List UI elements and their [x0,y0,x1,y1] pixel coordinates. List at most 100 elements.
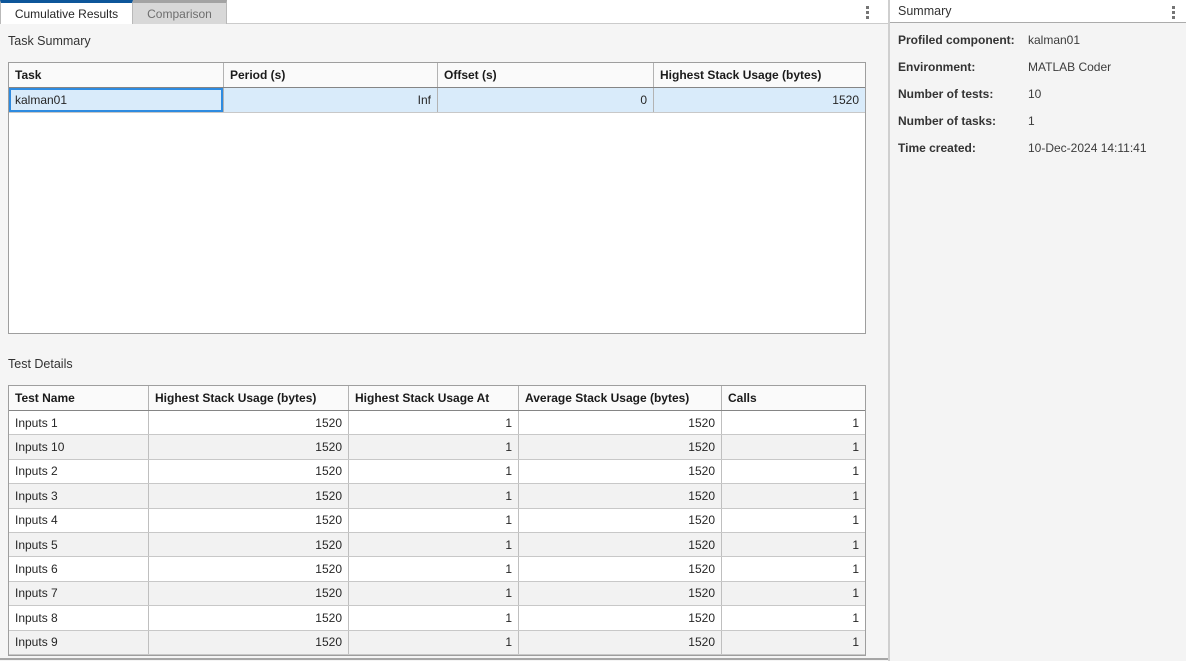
cell-calls[interactable]: 1 [722,582,865,605]
cell-highest-stack-usage-at[interactable]: 1 [349,557,519,580]
cell-highest-stack-usage-at[interactable]: 1 [349,509,519,532]
summary-field-number-of-tests: Number of tests: 10 [898,87,1182,101]
cell-calls[interactable]: 1 [722,533,865,556]
field-label: Number of tasks: [898,114,1028,128]
cell-calls[interactable]: 1 [722,557,865,580]
cell-average-stack-usage[interactable]: 1520 [519,435,722,458]
cell-test-name[interactable]: Inputs 9 [9,631,149,654]
summary-panel: Summary Profiled component: kalman01 Env… [890,0,1186,661]
cell-highest-stack-usage[interactable]: 1520 [149,606,349,629]
tab-label: Cumulative Results [15,7,118,21]
cell-highest-stack-usage-at[interactable]: 1 [349,484,519,507]
cell-average-stack-usage[interactable]: 1520 [519,606,722,629]
kebab-menu-icon[interactable] [1169,3,1178,22]
cell-highest-stack-usage[interactable]: 1520 [149,411,349,434]
table-row[interactable]: Inputs 7 1520 1 1520 1 [9,582,865,606]
cell-highest-stack-usage[interactable]: 1520 [654,88,865,112]
tab-cumulative-results[interactable]: Cumulative Results [0,0,133,24]
cell-test-name[interactable]: Inputs 2 [9,460,149,483]
tab-label: Comparison [147,7,212,21]
cell-test-name[interactable]: Inputs 1 [9,411,149,434]
cell-highest-stack-usage[interactable]: 1520 [149,533,349,556]
cell-highest-stack-usage[interactable]: 1520 [149,631,349,654]
cell-average-stack-usage[interactable]: 1520 [519,631,722,654]
table-row[interactable]: Inputs 5 1520 1 1520 1 [9,533,865,557]
test-details-table: Test Name Highest Stack Usage (bytes) Hi… [8,385,866,656]
cell-average-stack-usage[interactable]: 1520 [519,582,722,605]
cell-calls[interactable]: 1 [722,606,865,629]
cell-period[interactable]: Inf [224,88,438,112]
cell-average-stack-usage[interactable]: 1520 [519,484,722,507]
table-body: Inputs 1 1520 1 1520 1 Inputs 10 1520 1 … [9,411,865,655]
field-label: Number of tests: [898,87,1028,101]
cell-average-stack-usage[interactable]: 1520 [519,557,722,580]
column-header-test-name[interactable]: Test Name [9,386,149,410]
cell-highest-stack-usage[interactable]: 1520 [149,460,349,483]
cell-calls[interactable]: 1 [722,411,865,434]
cell-average-stack-usage[interactable]: 1520 [519,411,722,434]
cell-calls[interactable]: 1 [722,631,865,654]
cell-average-stack-usage[interactable]: 1520 [519,509,722,532]
table-row[interactable]: Inputs 1 1520 1 1520 1 [9,411,865,435]
results-panel: Cumulative Results Comparison Task Summa… [0,0,890,661]
table-row[interactable]: Inputs 2 1520 1 1520 1 [9,460,865,484]
cell-test-name[interactable]: Inputs 6 [9,557,149,580]
cell-calls[interactable]: 1 [722,460,865,483]
cell-offset[interactable]: 0 [438,88,654,112]
cell-highest-stack-usage-at[interactable]: 1 [349,606,519,629]
field-value: MATLAB Coder [1028,60,1111,74]
cell-test-name[interactable]: Inputs 8 [9,606,149,629]
table-header-row: Test Name Highest Stack Usage (bytes) Hi… [9,386,865,411]
column-header-average-stack-usage[interactable]: Average Stack Usage (bytes) [519,386,722,410]
cell-test-name[interactable]: Inputs 10 [9,435,149,458]
column-header-highest-stack-usage[interactable]: Highest Stack Usage (bytes) [654,63,865,87]
field-label: Profiled component: [898,33,1028,47]
field-value: 10 [1028,87,1041,101]
column-header-task[interactable]: Task [9,63,224,87]
cell-test-name[interactable]: Inputs 3 [9,484,149,507]
cell-calls[interactable]: 1 [722,484,865,507]
field-value: 1 [1028,114,1035,128]
table-row[interactable]: Inputs 9 1520 1 1520 1 [9,631,865,655]
task-summary-table: Task Period (s) Offset (s) Highest Stack… [8,62,866,334]
column-header-offset[interactable]: Offset (s) [438,63,654,87]
table-row[interactable]: Inputs 6 1520 1 1520 1 [9,557,865,581]
cell-average-stack-usage[interactable]: 1520 [519,533,722,556]
table-row[interactable]: Inputs 3 1520 1 1520 1 [9,484,865,508]
test-details-label: Test Details [8,357,73,371]
table-row[interactable]: Inputs 10 1520 1 1520 1 [9,435,865,459]
cell-calls[interactable]: 1 [722,509,865,532]
column-header-highest-stack-usage[interactable]: Highest Stack Usage (bytes) [149,386,349,410]
cell-highest-stack-usage-at[interactable]: 1 [349,435,519,458]
cell-highest-stack-usage[interactable]: 1520 [149,582,349,605]
cell-test-name[interactable]: Inputs 5 [9,533,149,556]
cell-highest-stack-usage-at[interactable]: 1 [349,411,519,434]
cell-highest-stack-usage-at[interactable]: 1 [349,460,519,483]
cell-highest-stack-usage[interactable]: 1520 [149,484,349,507]
summary-field-profiled-component: Profiled component: kalman01 [898,33,1182,47]
column-header-calls[interactable]: Calls [722,386,865,410]
table-row[interactable]: Inputs 4 1520 1 1520 1 [9,509,865,533]
column-header-period[interactable]: Period (s) [224,63,438,87]
cell-test-name[interactable]: Inputs 7 [9,582,149,605]
cell-highest-stack-usage-at[interactable]: 1 [349,631,519,654]
kebab-menu-icon[interactable] [863,3,872,22]
cell-highest-stack-usage-at[interactable]: 1 [349,533,519,556]
summary-field-number-of-tasks: Number of tasks: 1 [898,114,1182,128]
summary-field-time-created: Time created: 10-Dec-2024 14:11:41 [898,141,1182,155]
cell-task-name[interactable]: kalman01 [9,88,224,112]
table-row[interactable]: kalman01 Inf 0 1520 [9,88,865,113]
field-label: Environment: [898,60,1028,74]
cell-calls[interactable]: 1 [722,435,865,458]
cell-highest-stack-usage-at[interactable]: 1 [349,582,519,605]
cell-highest-stack-usage[interactable]: 1520 [149,557,349,580]
cell-test-name[interactable]: Inputs 4 [9,509,149,532]
cell-highest-stack-usage[interactable]: 1520 [149,509,349,532]
horizontal-divider [0,658,888,660]
table-row[interactable]: Inputs 8 1520 1 1520 1 [9,606,865,630]
tab-comparison[interactable]: Comparison [133,0,227,24]
column-header-highest-stack-usage-at[interactable]: Highest Stack Usage At [349,386,519,410]
cell-highest-stack-usage[interactable]: 1520 [149,435,349,458]
stack-profiler-window: Cumulative Results Comparison Task Summa… [0,0,1188,661]
cell-average-stack-usage[interactable]: 1520 [519,460,722,483]
